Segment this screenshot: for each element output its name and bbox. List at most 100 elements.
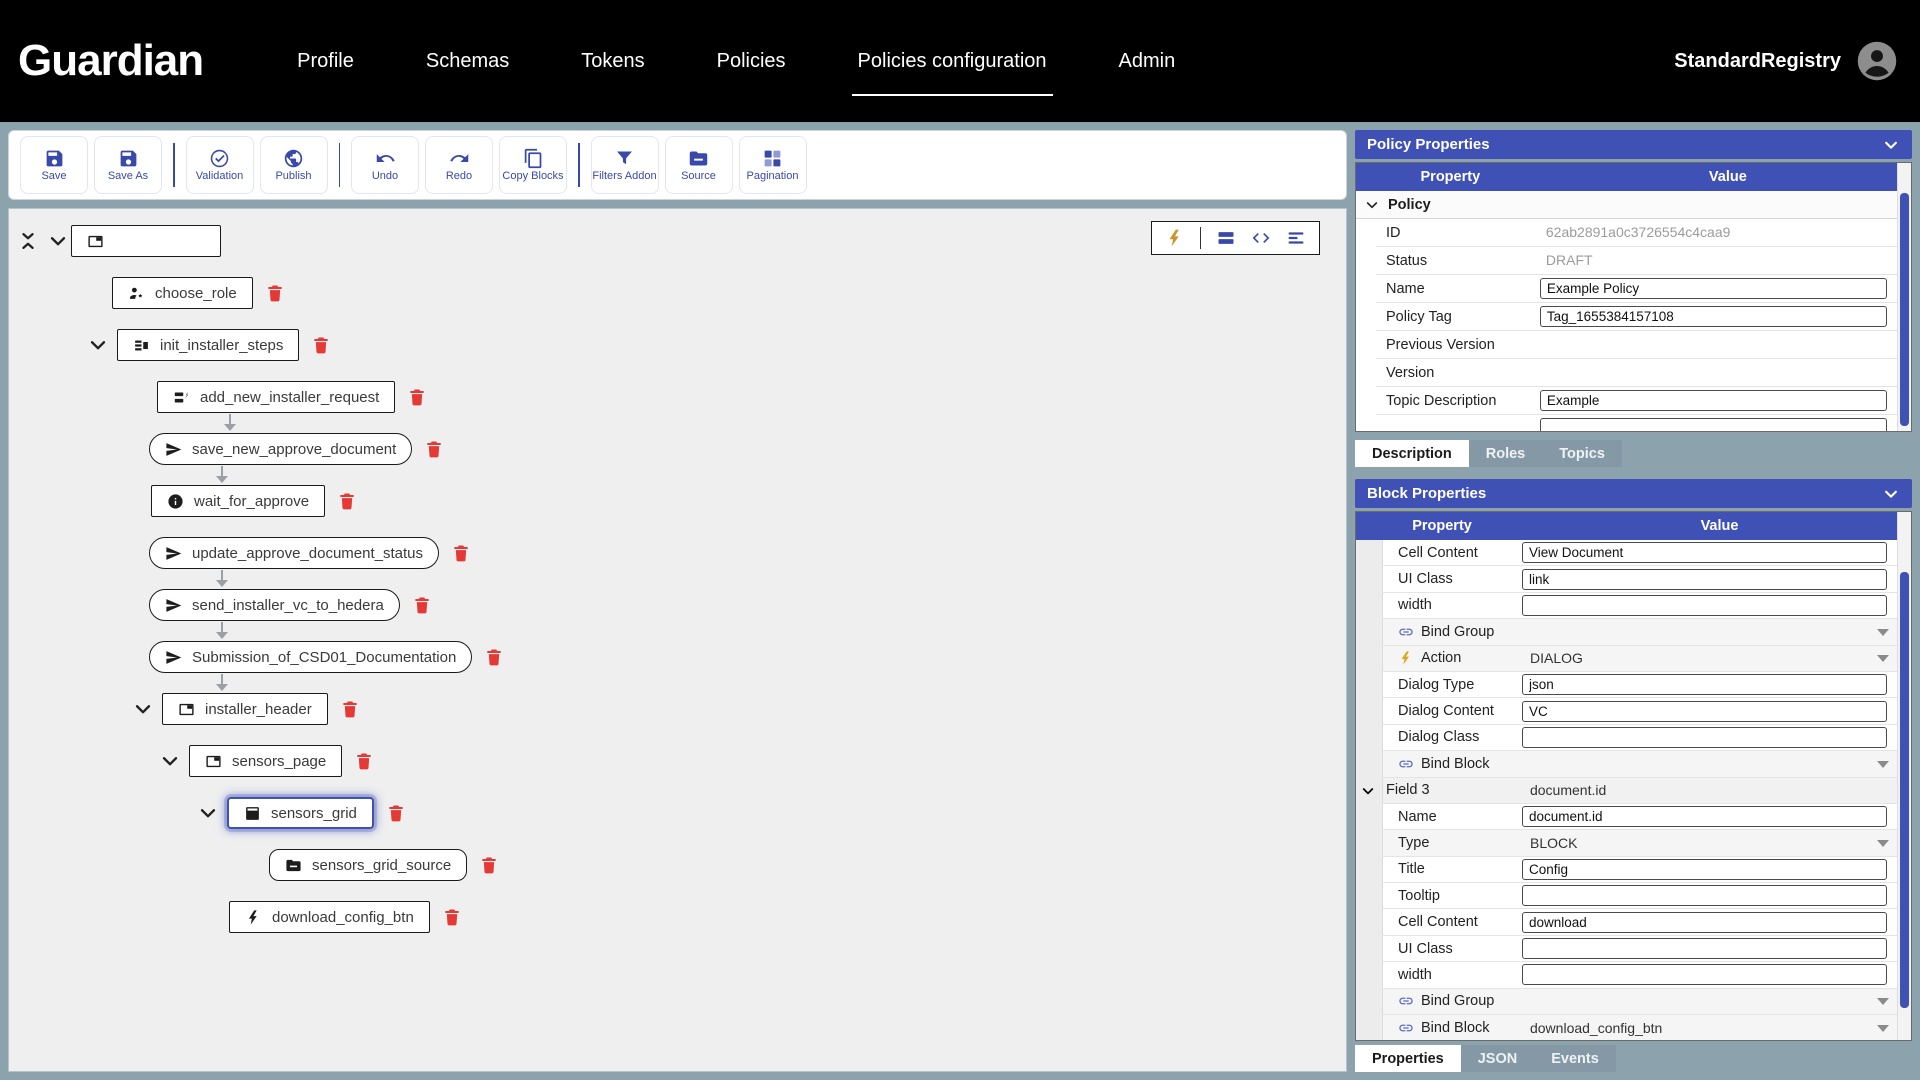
delete-block-button[interactable] — [354, 750, 374, 772]
source-button[interactable]: Source — [664, 136, 733, 194]
nav-item-profile[interactable]: Profile — [261, 0, 390, 122]
width-input[interactable] — [1521, 594, 1887, 616]
chevron-down-icon[interactable] — [159, 750, 181, 772]
redo-button[interactable]: Redo — [425, 136, 493, 194]
dialog-class-input[interactable] — [1521, 726, 1887, 748]
block-submission-of-csd01-documentation[interactable]: Submission_of_CSD01_Documentation — [149, 641, 473, 673]
property-row[interactable]: Bind Group — [1356, 988, 1911, 1016]
cell-content-input[interactable] — [1521, 542, 1887, 564]
pagination-button[interactable]: Pagination — [738, 136, 807, 194]
code-button[interactable] — [1251, 228, 1271, 248]
dropdown-caret-icon[interactable] — [1877, 628, 1889, 636]
property-group-row[interactable]: Field 3 document.id — [1356, 777, 1911, 805]
block-sensors-grid[interactable]: sensors_grid — [227, 797, 374, 829]
dropdown-caret-icon[interactable] — [1877, 839, 1889, 847]
tree-view-button[interactable] — [1286, 228, 1306, 248]
delete-block-button[interactable] — [311, 334, 331, 356]
redo-icon — [449, 153, 468, 162]
publish-button[interactable]: Publish — [259, 136, 328, 194]
blocks-view-button[interactable] — [1216, 228, 1236, 248]
save-button[interactable]: Save — [20, 136, 88, 194]
dropdown-caret-icon[interactable] — [1877, 998, 1889, 1006]
name-input[interactable] — [1539, 278, 1887, 299]
tab-json[interactable]: JSON — [1460, 1045, 1535, 1072]
filters-addon-button[interactable]: Filters Addon — [590, 136, 659, 194]
topic-description-input[interactable] — [1539, 390, 1887, 411]
tab-roles[interactable]: Roles — [1468, 440, 1543, 467]
property-row[interactable]: Bind Group — [1356, 619, 1911, 646]
block-sensors-page[interactable]: sensors_page — [189, 745, 343, 777]
delete-block-button[interactable] — [386, 802, 406, 824]
block-properties-header[interactable]: Block Properties — [1355, 479, 1912, 508]
block-add-new-installer-request[interactable]: add_new_installer_request — [157, 381, 396, 413]
nav-item-policies-configuration[interactable]: Policies configuration — [822, 0, 1083, 122]
field-input[interactable] — [1539, 418, 1887, 431]
chevron-down-icon[interactable] — [1360, 783, 1376, 799]
tab-topics[interactable]: Topics — [1542, 440, 1622, 467]
tab-description[interactable]: Description — [1355, 440, 1469, 467]
validation-button[interactable]: Validation — [185, 136, 254, 194]
delete-block-button[interactable] — [442, 906, 462, 928]
block-table-scrollbar[interactable] — [1897, 512, 1911, 1040]
delete-block-button[interactable] — [340, 698, 360, 720]
block-download-config-btn[interactable]: download_config_btn — [229, 901, 430, 933]
delete-block-button[interactable] — [407, 386, 427, 408]
delete-block-button[interactable] — [424, 438, 444, 460]
avatar-icon[interactable] — [1856, 40, 1898, 82]
policy-group-row[interactable]: Policy — [1356, 191, 1911, 219]
nav-item-admin[interactable]: Admin — [1083, 0, 1212, 122]
block-root[interactable] — [71, 225, 221, 257]
block-update-approve-document-status[interactable]: update_approve_document_status — [149, 537, 440, 569]
tooltip-input[interactable] — [1521, 885, 1887, 907]
chevron-down-icon[interactable] — [197, 802, 219, 824]
undo-button[interactable]: Undo — [351, 136, 419, 194]
name-input[interactable] — [1521, 806, 1887, 828]
delete-block-button[interactable] — [412, 594, 432, 616]
title-input[interactable] — [1521, 858, 1887, 880]
info-icon — [168, 493, 183, 509]
ui-class-input[interactable] — [1521, 938, 1887, 960]
property-row[interactable]: Type BLOCK — [1356, 830, 1911, 858]
block-init-installer-steps[interactable]: init_installer_steps — [117, 329, 300, 361]
dropdown-caret-icon[interactable] — [1877, 1024, 1889, 1032]
dialog-content-input[interactable] — [1521, 700, 1887, 722]
block-sensors-grid-source[interactable]: sensors_grid_source — [269, 849, 468, 881]
nav-item-policies[interactable]: Policies — [681, 0, 822, 122]
delete-block-button[interactable] — [479, 854, 499, 876]
ui-class-input[interactable] — [1521, 568, 1887, 590]
policy-tag-input[interactable] — [1539, 306, 1887, 327]
delete-block-button[interactable] — [265, 282, 285, 304]
dropdown-caret-icon[interactable] — [1877, 760, 1889, 768]
block-wait-for-approve[interactable]: wait_for_approve — [151, 485, 326, 517]
dropdown-caret-icon[interactable] — [1877, 655, 1889, 663]
copy-blocks-button[interactable]: Copy Blocks — [499, 136, 567, 194]
block-choose-role[interactable]: choose_role — [112, 277, 253, 309]
property-row[interactable]: Action DIALOG — [1356, 645, 1911, 673]
bolt-button[interactable] — [1165, 228, 1185, 248]
chevron-icon — [50, 237, 66, 246]
nav-item-tokens[interactable]: Tokens — [545, 0, 680, 122]
collapse-all-icon[interactable] — [17, 230, 39, 252]
property-row[interactable]: Bind Block — [1356, 751, 1911, 778]
policy-table-scrollbar[interactable] — [1897, 163, 1911, 431]
width-input[interactable] — [1521, 964, 1887, 986]
block-send-installer-vc-to-hedera[interactable]: send_installer_vc_to_hedera — [149, 589, 400, 621]
dialog-type-input[interactable] — [1521, 674, 1887, 696]
save-as-button[interactable]: Save As — [94, 136, 162, 194]
property-row[interactable]: Bind Block download_config_btn — [1356, 1015, 1911, 1040]
delete-block-button[interactable] — [337, 490, 357, 512]
delete-block-button[interactable] — [484, 646, 504, 668]
tab-properties[interactable]: Properties — [1355, 1045, 1461, 1072]
block-save-new-approve-document[interactable]: save_new_approve_document — [149, 433, 413, 465]
policy-properties-header[interactable]: Policy Properties — [1355, 130, 1912, 159]
tab-events[interactable]: Events — [1534, 1045, 1616, 1072]
block-installer-header[interactable]: installer_header — [162, 693, 328, 725]
bolt-icon — [248, 909, 257, 925]
chevron-down-icon[interactable] — [87, 334, 109, 356]
delete-block-button[interactable] — [451, 542, 471, 564]
property-row: Name — [1356, 803, 1911, 831]
nav-item-schemas[interactable]: Schemas — [390, 0, 545, 122]
chevron-down-icon[interactable] — [47, 230, 69, 252]
cell-content-input[interactable] — [1521, 911, 1887, 933]
chevron-down-icon[interactable] — [132, 698, 154, 720]
